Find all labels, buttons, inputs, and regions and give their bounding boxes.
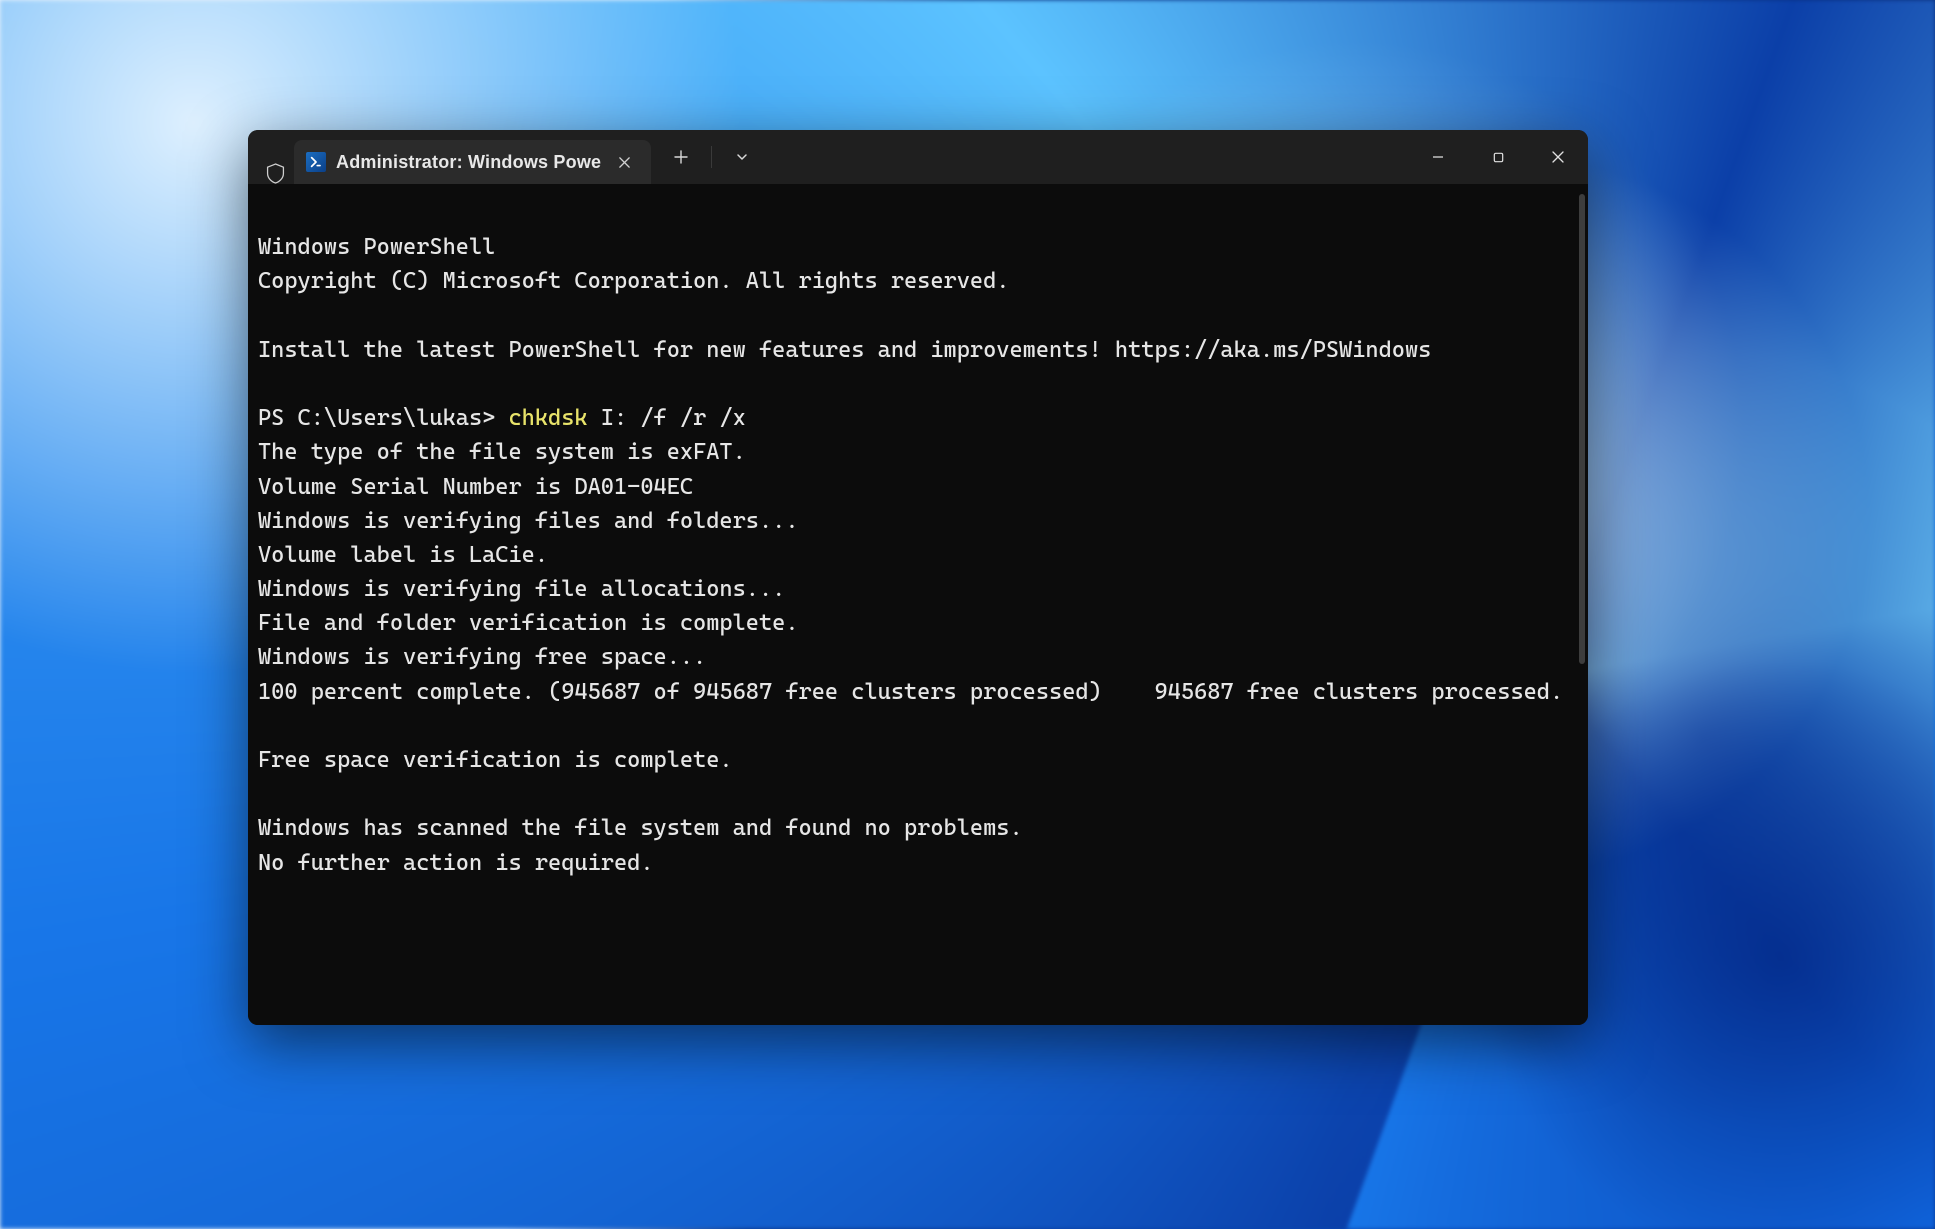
powershell-icon bbox=[306, 152, 326, 172]
titlebar-drag-region[interactable] bbox=[762, 130, 1408, 184]
tab-title: Administrator: Windows Powe bbox=[336, 152, 601, 173]
caption-controls bbox=[1408, 130, 1588, 184]
output-line: 100 percent complete. (945687 of 945687 … bbox=[258, 679, 1563, 705]
prompt-line: PS C:\Users\lukas> chkdsk I: /f /r /x bbox=[258, 405, 746, 431]
scrollbar-thumb[interactable] bbox=[1579, 194, 1585, 664]
output-line: Windows has scanned the file system and … bbox=[258, 815, 1023, 841]
banner-line: Copyright (C) Microsoft Corporation. All… bbox=[258, 268, 1009, 294]
separator bbox=[711, 146, 712, 168]
tab-powershell[interactable]: Administrator: Windows Powe bbox=[294, 140, 651, 184]
titlebar[interactable]: Administrator: Windows Powe bbox=[248, 130, 1588, 184]
minimize-button[interactable] bbox=[1408, 130, 1468, 184]
output-line: Windows is verifying file allocations... bbox=[258, 576, 785, 602]
output-line: Windows is verifying files and folders..… bbox=[258, 508, 799, 534]
install-hint: Install the latest PowerShell for new fe… bbox=[258, 337, 1431, 363]
tab-strip: Administrator: Windows Powe bbox=[248, 130, 651, 184]
tab-actions bbox=[651, 130, 762, 184]
output-line: Volume label is LaCie. bbox=[258, 542, 548, 568]
prompt-text: PS C:\Users\lukas> bbox=[258, 405, 509, 431]
output-line: Windows is verifying free space... bbox=[258, 644, 706, 670]
terminal-viewport[interactable]: Windows PowerShell Copyright (C) Microso… bbox=[248, 184, 1588, 1025]
output-line: File and folder verification is complete… bbox=[258, 610, 799, 636]
tab-dropdown-button[interactable] bbox=[722, 137, 762, 177]
banner-line: Windows PowerShell bbox=[258, 234, 495, 260]
output-line: The type of the file system is exFAT. bbox=[258, 439, 746, 465]
maximize-button[interactable] bbox=[1468, 130, 1528, 184]
terminal-window: Administrator: Windows Powe bbox=[248, 130, 1588, 1025]
command-name: chkdsk bbox=[509, 405, 588, 431]
desktop-wallpaper: Administrator: Windows Powe bbox=[0, 0, 1935, 1229]
command-args: I: /f /r /x bbox=[588, 405, 746, 431]
admin-shield-icon bbox=[256, 163, 294, 184]
new-tab-button[interactable] bbox=[661, 137, 701, 177]
tab-close-button[interactable] bbox=[611, 149, 637, 175]
output-line: Free space verification is complete. bbox=[258, 747, 733, 773]
output-line: Volume Serial Number is DA01-04EC bbox=[258, 474, 693, 500]
close-window-button[interactable] bbox=[1528, 130, 1588, 184]
output-line: No further action is required. bbox=[258, 850, 654, 876]
